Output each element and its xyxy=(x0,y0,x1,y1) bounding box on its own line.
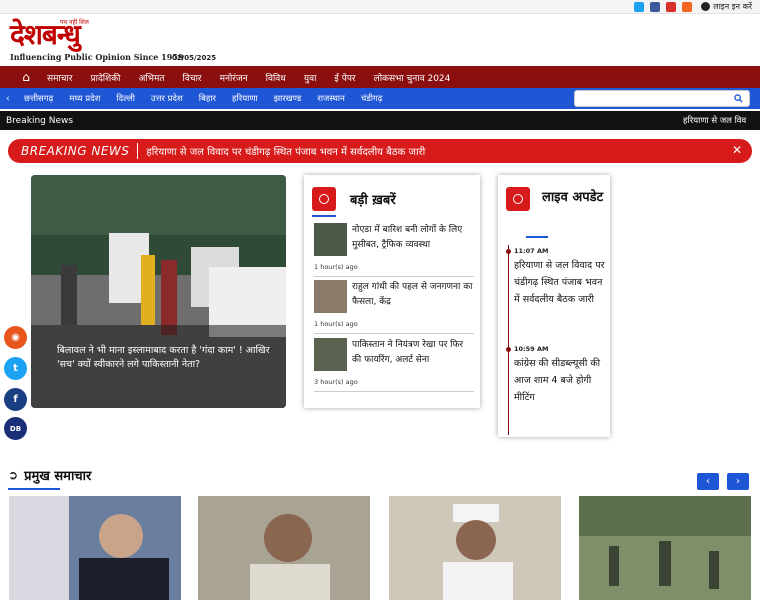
state-item-rajasthan[interactable]: राजस्थान xyxy=(309,93,352,104)
live-update-time: 11:07 AM xyxy=(506,247,606,255)
side-facebook-icon[interactable]: f xyxy=(4,388,27,411)
news-card[interactable] xyxy=(9,496,181,600)
hero-story[interactable]: बिलावल ने भी माना इस्लामाबाद करता है 'गं… xyxy=(31,175,286,408)
live-updates-header: लाइव अपडेट xyxy=(506,187,606,211)
news-card[interactable] xyxy=(198,496,370,600)
rss-icon[interactable] xyxy=(682,2,692,12)
login-link[interactable]: लाइन इन करें xyxy=(701,1,752,12)
news-title[interactable]: नोएडा में बारिश बनी लोगों के लिए मुसीबत,… xyxy=(352,223,474,253)
title-underline xyxy=(526,236,548,238)
breaking-news-headline[interactable]: हरियाणा से जल विवाद पर चंडीगढ़ स्थित पंज… xyxy=(146,144,425,158)
divider xyxy=(314,333,474,334)
news-title[interactable]: राहुल गांधी की पहल से जनगणना का फैसला, क… xyxy=(352,280,474,310)
state-item-uttar-pradesh[interactable]: उत्तर प्रदेश xyxy=(143,93,191,104)
live-update-text[interactable]: कांग्रेस की सीडब्ल्यूसी की आज शाम 4 बजे … xyxy=(514,355,606,406)
logo-subtitle: Influencing Public Opinion Since 1959 xyxy=(10,52,184,62)
login-label: लाइन इन करें xyxy=(713,2,752,11)
edition-date: 02/05/2025 xyxy=(172,54,217,62)
logo-tagline-small: पथ नहीं शिल xyxy=(60,19,89,26)
divider xyxy=(314,276,474,277)
breaking-ticker: Breaking News हरियाणा से जल विव xyxy=(0,111,760,130)
state-item-chhattisgarh[interactable]: छत्तीसगढ़ xyxy=(16,93,61,104)
top-social-links xyxy=(634,2,692,12)
section-heading: ➲ प्रमुख समाचार xyxy=(8,466,91,484)
live-update-time: 10:59 AM xyxy=(506,345,606,353)
ticker-text[interactable]: हरियाणा से जल विव xyxy=(683,115,746,126)
news-card-image xyxy=(389,496,561,600)
nav-item-epaper[interactable]: ई पेपर xyxy=(325,71,364,84)
nav-item-abhimat[interactable]: अभिमत xyxy=(129,71,173,84)
state-item-madhya-pradesh[interactable]: मध्य प्रदेश xyxy=(61,93,108,104)
search-input[interactable] xyxy=(575,96,725,111)
top-news-header: बड़ी ख़बरें xyxy=(312,187,396,211)
section-title: प्रमुख समाचार xyxy=(24,469,92,484)
timeline-line xyxy=(508,245,509,435)
divider xyxy=(314,391,474,392)
youtube-icon[interactable] xyxy=(666,2,676,12)
nav-item-loksabha[interactable]: लोकसभा चुनाव 2024 xyxy=(365,71,460,84)
news-thumbnail xyxy=(314,280,347,313)
news-card-image xyxy=(9,496,181,600)
state-item-delhi[interactable]: दिल्ली xyxy=(108,93,143,104)
search-box xyxy=(574,90,750,111)
nav-item-samachar[interactable]: समाचार xyxy=(38,71,82,84)
top-news-panel: बड़ी ख़बरें नोएडा में बारिश बनी लोगों के… xyxy=(304,175,480,408)
title-underline xyxy=(312,215,336,217)
live-updates-panel: लाइव अपडेट 11:07 AM हरियाणा से जल विवाद … xyxy=(498,175,610,437)
site-logo[interactable]: देशबन्धु पथ नहीं शिल Influencing Public … xyxy=(10,18,216,66)
divider xyxy=(137,143,139,159)
side-twitter-icon[interactable]: t xyxy=(4,357,27,380)
news-time: 3 hour(s) ago xyxy=(314,378,358,386)
live-update-item[interactable]: 10:59 AM कांग्रेस की सीडब्ल्यूसी की आज श… xyxy=(506,345,606,406)
section-underline xyxy=(8,488,60,490)
section-arrow-icon: ➲ xyxy=(8,468,19,482)
side-rss-icon[interactable]: ◉ xyxy=(4,326,27,349)
nav-item-manoranjan[interactable]: मनोरंजन xyxy=(211,71,257,84)
news-time: 1 hour(s) ago xyxy=(314,320,358,328)
news-thumbnail xyxy=(314,223,347,256)
top-news-title: बड़ी ख़बरें xyxy=(350,193,396,208)
main-nav: ⌂ समाचार प्रादेशिकी अभिमत विचार मनोरंजन … xyxy=(0,66,760,88)
user-icon xyxy=(701,2,711,11)
breaking-news-bar: BREAKING NEWS हरियाणा से जल विवाद पर चंड… xyxy=(8,139,752,163)
state-item-jharkhand[interactable]: झारखण्ड xyxy=(266,93,310,104)
nav-item-pradeshiki[interactable]: प्रादेशिकी xyxy=(82,71,130,84)
hero-image xyxy=(31,175,286,408)
news-title[interactable]: पाकिस्तान ने नियंत्रण रेखा पर फिर की फाय… xyxy=(352,338,474,368)
state-nav: ‹ छत्तीसगढ़ मध्य प्रदेश दिल्ली उत्तर प्र… xyxy=(0,88,760,111)
clock-icon xyxy=(312,187,336,211)
state-item-chandigarh[interactable]: चंडीगढ़ xyxy=(353,93,391,104)
news-time: 1 hour(s) ago xyxy=(314,263,358,271)
nav-item-vividh[interactable]: विविध xyxy=(257,71,295,84)
ticker-label: Breaking News xyxy=(6,115,74,126)
state-item-bihar[interactable]: बिहार xyxy=(191,93,224,104)
close-icon[interactable]: ✕ xyxy=(732,143,742,157)
clock-icon xyxy=(506,187,530,211)
news-card[interactable] xyxy=(389,496,561,600)
search-icon[interactable] xyxy=(734,94,743,103)
breaking-news-label: BREAKING NEWS xyxy=(21,144,130,158)
carousel-prev-button[interactable]: ‹ xyxy=(697,473,719,490)
masthead: देशबन्धु पथ नहीं शिल Influencing Public … xyxy=(0,14,760,66)
state-item-haryana[interactable]: हरियाणा xyxy=(224,93,266,104)
db-live-icon[interactable]: DB xyxy=(4,417,27,440)
news-thumbnail xyxy=(314,338,347,371)
live-update-item[interactable]: 11:07 AM हरियाणा से जल विवाद पर चंडीगढ़ … xyxy=(506,247,606,308)
chevron-left-icon[interactable]: ‹ xyxy=(6,94,16,104)
nav-item-yuva[interactable]: युवा xyxy=(295,71,326,84)
twitter-icon[interactable] xyxy=(634,2,644,12)
carousel-next-button[interactable]: › xyxy=(727,473,749,490)
hero-caption: बिलावल ने भी माना इस्लामाबाद करता है 'गं… xyxy=(57,345,270,370)
nav-item-vichar[interactable]: विचार xyxy=(174,71,211,84)
chevron-left-icon: ‹ xyxy=(706,476,710,487)
home-icon[interactable]: ⌂ xyxy=(14,70,38,84)
facebook-icon[interactable] xyxy=(650,2,660,12)
news-card-image xyxy=(579,496,751,600)
news-card[interactable] xyxy=(579,496,751,600)
news-card-image xyxy=(198,496,370,600)
chevron-right-icon: › xyxy=(736,476,740,487)
live-update-text[interactable]: हरियाणा से जल विवाद पर चंडीगढ़ स्थित पंज… xyxy=(514,257,606,308)
live-updates-title: लाइव अपडेट xyxy=(542,190,604,205)
top-utility-bar: लाइन इन करें xyxy=(0,0,760,14)
